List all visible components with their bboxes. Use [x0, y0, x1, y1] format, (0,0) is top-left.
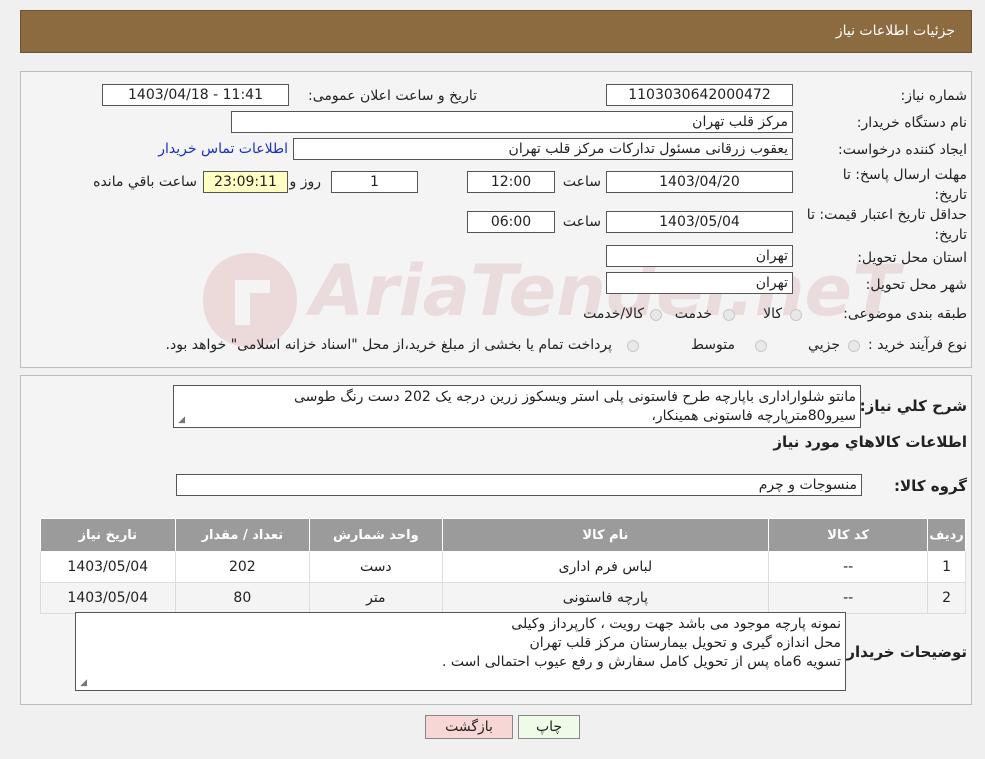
process-radio-treasury[interactable]	[627, 340, 639, 352]
response-days-field[interactable]: 1	[331, 171, 418, 193]
process-option-minor: جزیي	[808, 337, 840, 353]
process-option-medium: متوسط	[691, 337, 735, 353]
cell-code: --	[768, 551, 929, 583]
delivery-city-label: شهر محل تحویل:	[865, 277, 967, 293]
notes-line-3: تسویه 6ماه پس از تحویل کامل سفارش و رفع …	[441, 654, 841, 670]
delivery-province-field[interactable]: تهران	[606, 245, 793, 267]
need-number-field[interactable]: 1103030642000472	[606, 84, 793, 106]
process-radio-minor[interactable]	[848, 340, 860, 352]
col-code: کد کالا	[768, 518, 929, 552]
summary-label: شرح کلي نياز:	[859, 397, 967, 415]
cell-qty: 80	[174, 582, 311, 614]
table-row: 1 -- لباس فرم اداری دست 202 1403/05/04	[40, 551, 966, 583]
response-deadline-label: مهلت ارسال پاسخ: تا تاریخ:	[842, 167, 967, 203]
announce-datetime-label: تاریخ و ساعت اعلان عمومی:	[308, 88, 477, 104]
summary-line-1: مانتو شلواراداری باپارچه طرح فاستونی پلی…	[294, 389, 856, 405]
buyer-org-label: نام دستگاه خریدار:	[856, 115, 967, 131]
need-number-label: شماره نیاز:	[900, 88, 968, 104]
cell-code: --	[768, 582, 929, 614]
cell-date: 1403/05/04	[40, 582, 176, 614]
cell-date: 1403/05/04	[40, 551, 176, 583]
remaining-time-field: 23:09:11	[203, 171, 288, 193]
purchase-process-label: نوع فرآیند خرید :	[868, 337, 967, 353]
buyer-org-field[interactable]: مرکز قلب تهران	[231, 111, 793, 133]
summary-textarea[interactable]: مانتو شلواراداری باپارچه طرح فاستونی پلی…	[173, 385, 861, 428]
notes-line-1: نمونه پارچه موجود می باشد جهت رویت ، کار…	[511, 616, 841, 632]
page-title: جزئیات اطلاعات نیاز	[835, 23, 955, 39]
buyer-contact-link[interactable]: اطلاعات تماس خریدار	[158, 141, 288, 157]
delivery-city-field[interactable]: تهران	[606, 272, 793, 294]
cell-index: 1	[927, 551, 966, 583]
col-date: تاریخ نیاز	[40, 518, 176, 552]
goods-group-field[interactable]: منسوجات و چرم	[176, 474, 862, 496]
page-header: جزئیات اطلاعات نیاز	[20, 10, 972, 53]
table-row: 2 -- پارچه فاستونی متر 80 1403/05/04	[40, 582, 966, 614]
price-validity-date[interactable]: 1403/05/04	[606, 211, 793, 233]
price-validity-time-label: ساعت	[562, 214, 601, 230]
announce-datetime-field[interactable]: 1403/04/18 - 11:41	[102, 84, 289, 106]
goods-info-title: اطلاعات کالاهاي مورد نياز	[773, 433, 967, 451]
table-header-row: رديف کد کالا نام کالا واحد شمارش تعداد /…	[40, 518, 966, 552]
response-deadline-date[interactable]: 1403/04/20	[606, 171, 793, 193]
items-table: رديف کد کالا نام کالا واحد شمارش تعداد /…	[40, 518, 966, 614]
price-validity-time[interactable]: 06:00	[467, 211, 555, 233]
back-button[interactable]: بازگشت	[425, 715, 513, 739]
col-index: رديف	[927, 518, 966, 552]
price-validity-label: حداقل تاریخ اعتبار قیمت: تا تاریخ:	[806, 207, 967, 243]
category-radio-goods-service[interactable]	[650, 309, 662, 321]
print-button[interactable]: چاپ	[518, 715, 580, 739]
category-label: طبقه بندی موضوعی:	[843, 306, 967, 322]
col-name: نام کالا	[441, 518, 770, 552]
category-option-goods-service: کالا/خدمت	[583, 306, 644, 322]
cell-unit: متر	[309, 582, 443, 614]
notes-line-2: محل اندازه گیری و تحویل بیمارستان مرکز ق…	[529, 635, 841, 651]
cell-qty: 202	[174, 551, 311, 583]
response-deadline-time[interactable]: 12:00	[467, 171, 555, 193]
category-radio-service[interactable]	[723, 309, 735, 321]
resize-grip-icon[interactable]: ◢	[79, 679, 87, 688]
col-qty: تعداد / مقدار	[174, 518, 311, 552]
category-option-service: خدمت	[674, 306, 712, 322]
response-time-label: ساعت	[562, 174, 601, 190]
buyer-notes-textarea[interactable]: نمونه پارچه موجود می باشد جهت رویت ، کار…	[75, 612, 846, 691]
cell-index: 2	[927, 582, 966, 614]
category-radio-goods[interactable]	[790, 309, 802, 321]
resize-grip-icon[interactable]: ◢	[177, 416, 185, 425]
delivery-province-label: استان محل تحویل:	[857, 250, 967, 266]
cell-name: لباس فرم اداری	[441, 551, 770, 583]
requester-label: ایجاد کننده درخواست:	[838, 142, 967, 158]
cell-unit: دست	[309, 551, 443, 583]
summary-line-2: سیرو80مترپارچه فاستونی همینکار،	[651, 408, 856, 424]
treasury-note: پرداخت تمام یا بخشی از مبلغ خرید،از محل …	[165, 337, 612, 353]
process-radio-medium[interactable]	[755, 340, 767, 352]
buyer-notes-label: توضیحات خریدار:	[840, 643, 967, 661]
col-unit: واحد شمارش	[309, 518, 443, 552]
cell-name: پارچه فاستونی	[441, 582, 770, 614]
requester-field[interactable]: یعقوب زرقانی مسئول تداركات مركز قلب تهرا…	[293, 138, 793, 160]
response-days-label: روز و	[289, 174, 322, 190]
remaining-time-label: ساعت باقي مانده	[93, 174, 197, 190]
goods-group-label: گروه کالا:	[894, 477, 967, 495]
category-option-goods: کالا	[763, 306, 782, 322]
